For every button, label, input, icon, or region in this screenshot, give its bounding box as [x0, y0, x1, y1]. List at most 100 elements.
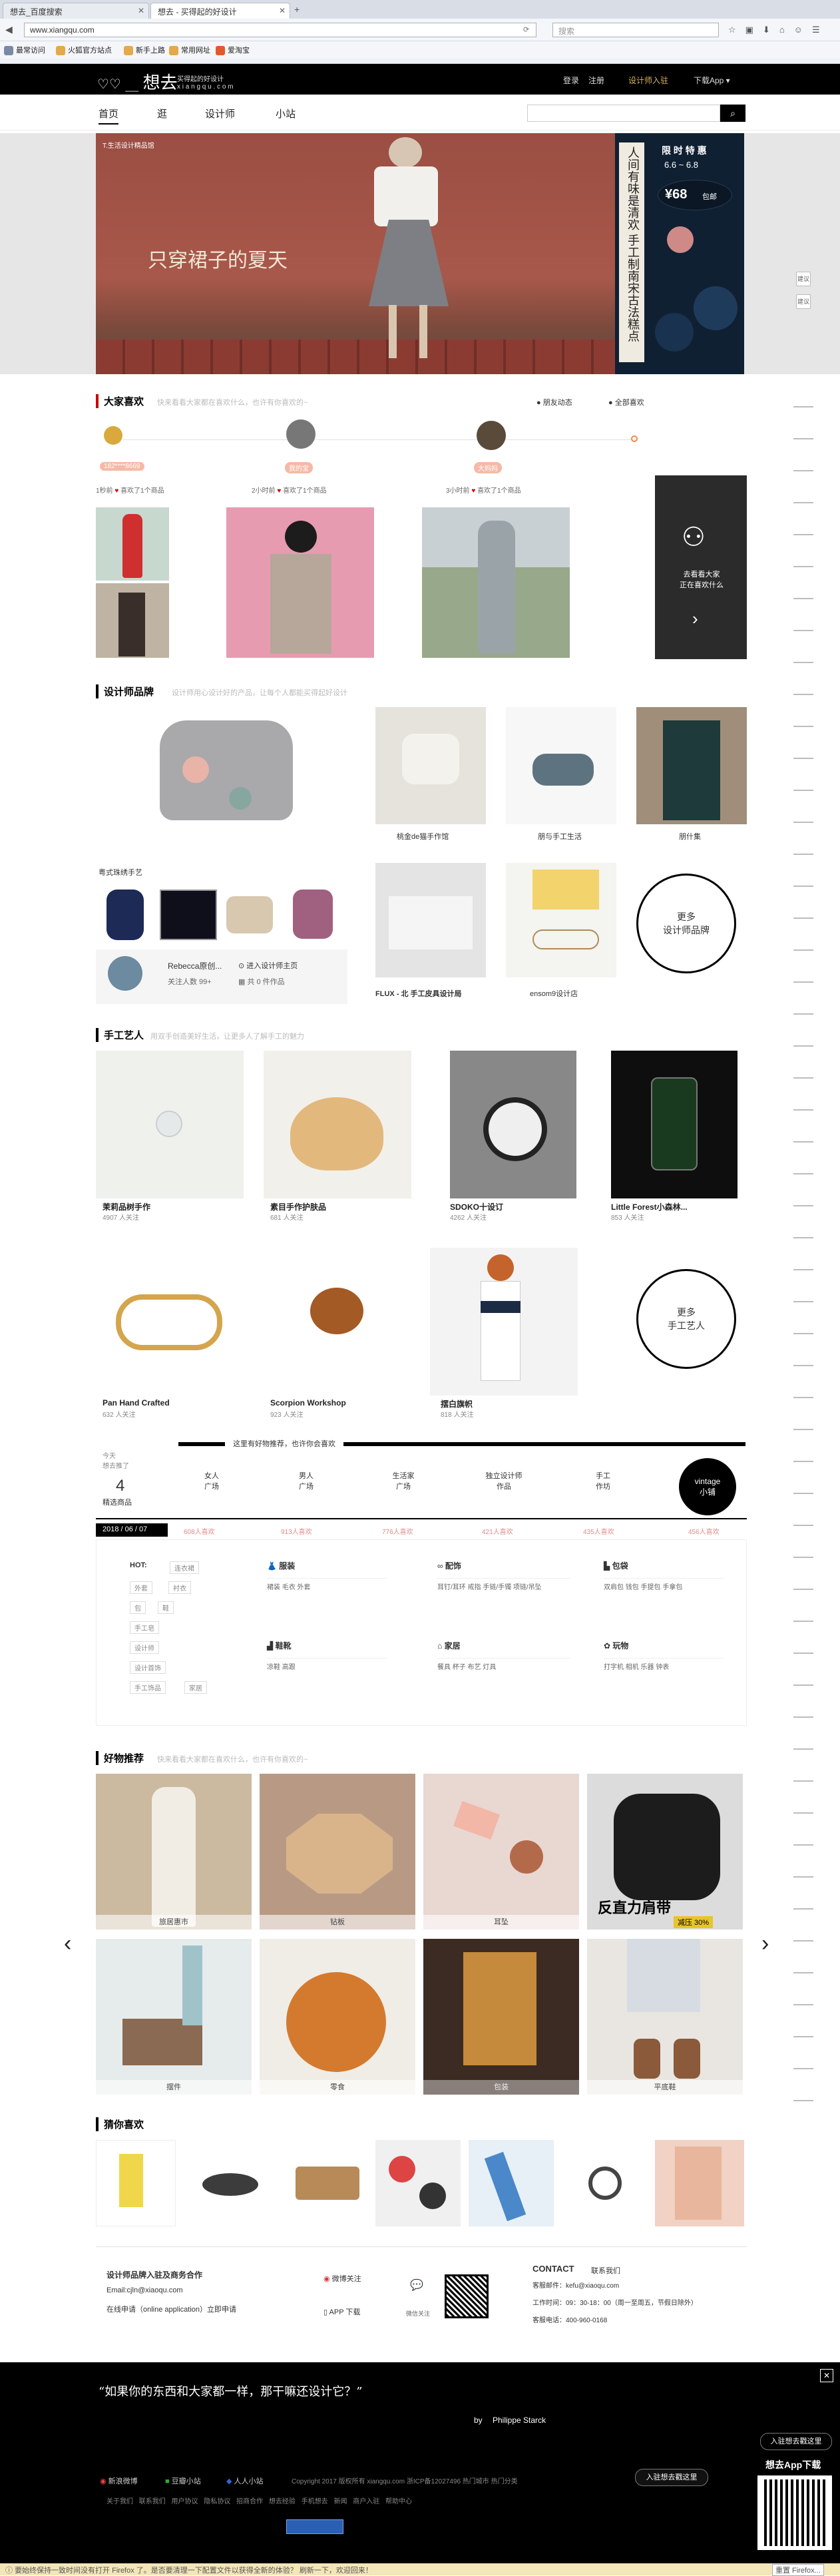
designer-name[interactable]: Rebecca原创...: [168, 960, 222, 971]
bookmark-item[interactable]: 最常访问: [4, 45, 45, 56]
contact-biz-email[interactable]: Email:cjln@xiaoqu.com: [106, 2286, 183, 2294]
trust-badge[interactable]: [286, 2519, 343, 2534]
apply-link[interactable]: 在线申请（online application）立即申请: [106, 2304, 236, 2314]
brand-name[interactable]: ensom9设计店: [530, 988, 578, 999]
goods-item[interactable]: 旅居惠市: [96, 1774, 252, 1930]
category-group[interactable]: ⌂ 家居 餐具 杯子 布艺 灯具: [437, 1640, 570, 1671]
reload-icon[interactable]: ⟳: [523, 25, 529, 34]
goods-item[interactable]: 包装: [423, 1939, 579, 2095]
hot-tag[interactable]: 包: [130, 1601, 146, 1614]
goods-item[interactable]: 平底鞋: [587, 1939, 743, 2095]
avatar[interactable]: [477, 421, 506, 450]
login-link[interactable]: 登录: [563, 75, 579, 86]
topic-designer[interactable]: 独立设计师 作品: [474, 1470, 534, 1491]
hot-tag[interactable]: 手工饰品: [130, 1681, 166, 1694]
brand-name[interactable]: 朋与手工生活: [538, 831, 582, 842]
bookmark-item[interactable]: 爱淘宝: [216, 45, 250, 56]
social-renren[interactable]: ◆ 人人小站: [226, 2475, 264, 2486]
topic-men[interactable]: 男人 广场: [280, 1470, 333, 1491]
refresh-firefox-button[interactable]: 重置 Firefox...: [772, 2564, 824, 2576]
brand-name[interactable]: FLUX - 北 手工皮具设计局: [375, 988, 462, 999]
filter-all[interactable]: ● 全部喜欢: [608, 397, 644, 407]
designer-join-link[interactable]: 设计师入驻: [628, 75, 668, 86]
artisan-card[interactable]: 摆白旗帜 818 人关注: [430, 1248, 578, 1422]
apply-button[interactable]: 入驻想去戳这里: [635, 2469, 708, 2486]
feedback-tag[interactable]: 建议: [796, 294, 811, 309]
product-photo[interactable]: [96, 583, 169, 658]
artisan-card[interactable]: Pan Hand Crafted 632 人关注: [96, 1248, 244, 1422]
bag-thumb[interactable]: [226, 896, 273, 933]
site-search-input[interactable]: [527, 105, 720, 122]
tab-xiangqu[interactable]: 想去 - 买得起的好设计 ✕: [150, 3, 290, 19]
artisan-card[interactable]: 素目手作护肤品 681 人关注: [264, 1051, 411, 1225]
user-badge[interactable]: 我的宝: [285, 462, 313, 473]
footer-links[interactable]: 关于我们 联系我们 用户协议 隐私协议 招商合作 想去经验 手机想去 新闻 商户…: [106, 2495, 412, 2505]
nav-designers[interactable]: 设计师: [205, 107, 235, 121]
goods-item[interactable]: 耳坠: [423, 1774, 579, 1930]
banner-image[interactable]: T.生活设计精品馆 只穿裙子的夏天 人间有味是清欢 手工制南宋古法糕点 限 时 …: [96, 133, 744, 374]
category-group[interactable]: 👗 服装 裙装 毛衣 外套: [267, 1560, 387, 1591]
address-field[interactable]: www.xiangqu.com: [24, 23, 536, 37]
avatar[interactable]: [286, 419, 315, 449]
close-icon[interactable]: ✕: [279, 6, 286, 15]
product-photo[interactable]: [96, 507, 169, 581]
artisan-card[interactable]: 茉莉品树手作 4907 人关注: [96, 1051, 244, 1225]
tab-baidu[interactable]: 想去_百度搜索 ✕: [3, 3, 149, 19]
avatar[interactable]: [108, 956, 142, 991]
hot-tag[interactable]: 连衣裙: [170, 1561, 199, 1574]
bookmark-item[interactable]: 常用网址: [169, 45, 210, 56]
register-link[interactable]: 注册: [588, 75, 604, 86]
hero-banner[interactable]: T.生活设计精品馆 只穿裙子的夏天 人间有味是清欢 手工制南宋古法糕点 限 时 …: [0, 133, 840, 374]
social-weibo[interactable]: ◉ 新浪微博: [100, 2475, 138, 2486]
close-icon[interactable]: ✕: [138, 6, 144, 15]
guess-item[interactable]: [655, 2140, 744, 2226]
site-logo[interactable]: ♡♡ __ 想去 买得起的好设计 x i a n g q u . c o m: [97, 69, 233, 94]
browser-search-field[interactable]: 搜索: [552, 23, 719, 37]
bookmark-item[interactable]: 火狐官方站点: [56, 45, 112, 56]
toolbar-icons[interactable]: ☆▣⬇⌂☺☰: [728, 25, 829, 35]
goods-item[interactable]: 摆件: [96, 1939, 252, 2095]
topic-women[interactable]: 女人 广场: [185, 1470, 238, 1491]
hot-tag[interactable]: 设计首饰: [130, 1661, 166, 1674]
hot-tag[interactable]: 外套: [130, 1581, 152, 1594]
bag-thumb[interactable]: [106, 890, 144, 940]
hot-tag[interactable]: 设计师: [130, 1641, 159, 1654]
designer-feature[interactable]: [96, 707, 355, 874]
brand-photo[interactable]: [636, 707, 747, 824]
topic-life[interactable]: 生活家 广场: [377, 1470, 430, 1491]
guess-item[interactable]: [375, 2140, 461, 2226]
product-photo[interactable]: [226, 507, 374, 658]
more-designers-button[interactable]: 更多 设计师品牌: [636, 874, 736, 973]
nav-browse[interactable]: 逛: [157, 107, 167, 121]
bag-thumb[interactable]: [160, 890, 217, 940]
back-icon[interactable]: ◀: [5, 24, 13, 35]
hot-tag[interactable]: 衬衣: [168, 1581, 191, 1594]
guess-item[interactable]: [469, 2140, 554, 2226]
product-photo[interactable]: [422, 507, 570, 658]
more-artisans-button[interactable]: 更多 手工艺人: [636, 1269, 736, 1369]
weibo-follow[interactable]: ◉ 微博关注: [323, 2273, 361, 2284]
guess-item[interactable]: [282, 2140, 367, 2226]
artisan-card[interactable]: Scorpion Workshop 923 人关注: [264, 1248, 411, 1422]
brand-photo[interactable]: [375, 863, 486, 977]
user-badge[interactable]: 182****8669: [100, 462, 144, 471]
feedback-tag[interactable]: 建议: [796, 272, 811, 286]
artisan-card[interactable]: SDOKO十设订 4262 人关注: [439, 1051, 587, 1225]
close-icon[interactable]: ✕: [820, 2369, 833, 2382]
guess-item[interactable]: [562, 2140, 647, 2226]
promo-panel[interactable]: 人间有味是清欢 手工制南宋古法糕点 限 时 特 惠 6.6 ~ 6.8 ¥68 …: [615, 133, 744, 374]
social-douban[interactable]: ■ 豆瓣小站: [165, 2475, 201, 2486]
topic-vintage[interactable]: vintage 小铺: [679, 1458, 736, 1515]
category-group[interactable]: ✿ 玩物 打字机 相机 乐器 钟表: [604, 1640, 724, 1671]
hot-tag[interactable]: 鞋: [158, 1601, 174, 1614]
app-download[interactable]: ▯ APP 下载: [323, 2306, 360, 2317]
avatar[interactable]: [104, 426, 122, 445]
search-icon[interactable]: ⌕: [720, 105, 745, 122]
guess-item[interactable]: [96, 2140, 176, 2226]
category-group[interactable]: ▙ 包袋 双肩包 钱包 手提包 手拿包: [604, 1560, 724, 1591]
brand-photo[interactable]: [506, 707, 616, 824]
chevron-right-icon[interactable]: ›: [761, 1931, 769, 1957]
chevron-left-icon[interactable]: ‹: [64, 1931, 71, 1957]
bookmark-item[interactable]: 新手上路: [124, 45, 165, 56]
hot-tag[interactable]: 家居: [184, 1681, 207, 1694]
